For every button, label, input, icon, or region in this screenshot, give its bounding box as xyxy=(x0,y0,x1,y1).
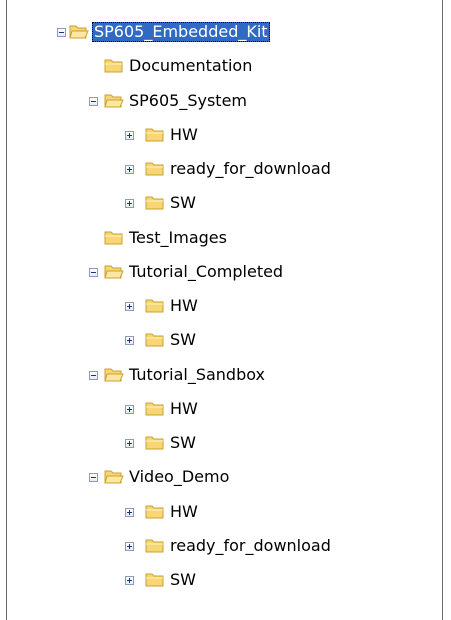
tree-node[interactable]: Tutorial_Sandbox xyxy=(0,364,440,386)
folder-open-icon xyxy=(104,92,124,109)
expand-plus-icon[interactable] xyxy=(125,542,134,551)
tree-node-label[interactable]: Test_Images xyxy=(127,228,229,248)
folder-icon xyxy=(145,297,165,314)
tree-node[interactable]: SW xyxy=(0,432,440,454)
folder-open-icon xyxy=(104,263,124,280)
expand-plus-icon[interactable] xyxy=(125,302,134,311)
tree-node-label[interactable]: SW xyxy=(168,433,198,453)
tree-node-label[interactable]: ready_for_download xyxy=(168,536,333,556)
collapse-minus-icon[interactable] xyxy=(89,371,98,380)
folder-open-icon xyxy=(104,468,124,485)
tree-node-label[interactable]: HW xyxy=(168,125,200,145)
folder-icon xyxy=(145,160,165,177)
collapse-minus-icon[interactable] xyxy=(57,28,66,37)
folder-icon xyxy=(104,57,124,74)
tree-node[interactable]: SP605_Embedded_Kit xyxy=(0,21,440,43)
tree-node[interactable]: Video_Demo xyxy=(0,466,440,488)
tree-node[interactable]: HW xyxy=(0,501,440,523)
collapse-minus-icon[interactable] xyxy=(89,473,98,482)
tree-node[interactable]: ready_for_download xyxy=(0,158,440,180)
folder-icon xyxy=(145,434,165,451)
tree-node-label[interactable]: Tutorial_Completed xyxy=(127,262,285,282)
tree-node[interactable]: Documentation xyxy=(0,55,440,77)
expand-plus-icon[interactable] xyxy=(125,336,134,345)
folder-icon xyxy=(145,537,165,554)
collapse-minus-icon[interactable] xyxy=(89,97,98,106)
expand-plus-icon[interactable] xyxy=(125,508,134,517)
expand-plus-icon[interactable] xyxy=(125,576,134,585)
folder-icon xyxy=(145,571,165,588)
folder-icon xyxy=(145,503,165,520)
expand-plus-icon[interactable] xyxy=(125,165,134,174)
expand-plus-icon[interactable] xyxy=(125,405,134,414)
tree-node[interactable]: Tutorial_Completed xyxy=(0,261,440,283)
tree-node-label[interactable]: Video_Demo xyxy=(127,467,231,487)
folder-open-icon xyxy=(69,23,89,40)
expand-plus-icon[interactable] xyxy=(125,439,134,448)
folder-icon xyxy=(145,194,165,211)
tree-node[interactable]: HW xyxy=(0,295,440,317)
folder-open-icon xyxy=(104,366,124,383)
tree-node[interactable]: SW xyxy=(0,192,440,214)
tree-node-label[interactable]: HW xyxy=(168,296,200,316)
folder-icon xyxy=(145,400,165,417)
tree-node[interactable]: HW xyxy=(0,124,440,146)
tree-node[interactable]: HW xyxy=(0,398,440,420)
folder-icon xyxy=(104,229,124,246)
tree-node[interactable]: SW xyxy=(0,569,440,591)
tree-node[interactable]: ready_for_download xyxy=(0,535,440,557)
tree-node[interactable]: SP605_System xyxy=(0,90,440,112)
expand-plus-icon[interactable] xyxy=(125,199,134,208)
tree-node-label[interactable]: SW xyxy=(168,570,198,590)
tree-node-label[interactable]: Documentation xyxy=(127,56,254,76)
tree-node-label[interactable]: HW xyxy=(168,502,200,522)
tree-node[interactable]: SW xyxy=(0,329,440,351)
collapse-minus-icon[interactable] xyxy=(89,268,98,277)
expand-plus-icon[interactable] xyxy=(125,131,134,140)
tree-node-label[interactable]: SW xyxy=(168,330,198,350)
folder-icon xyxy=(145,331,165,348)
tree-node-label[interactable]: HW xyxy=(168,399,200,419)
tree-node-label[interactable]: ready_for_download xyxy=(168,159,333,179)
folder-tree-panel: SP605_Embedded_Kit Documentation SP605_Sys… xyxy=(0,0,451,620)
tree-node[interactable]: Test_Images xyxy=(0,227,440,249)
tree-node-label[interactable]: SP605_System xyxy=(127,91,249,111)
tree-node-label[interactable]: SW xyxy=(168,193,198,213)
tree-node-label[interactable]: SP605_Embedded_Kit xyxy=(92,22,270,42)
folder-icon xyxy=(145,126,165,143)
tree-node-label[interactable]: Tutorial_Sandbox xyxy=(127,365,267,385)
folder-tree: SP605_Embedded_Kit Documentation SP605_Sys… xyxy=(0,0,451,620)
